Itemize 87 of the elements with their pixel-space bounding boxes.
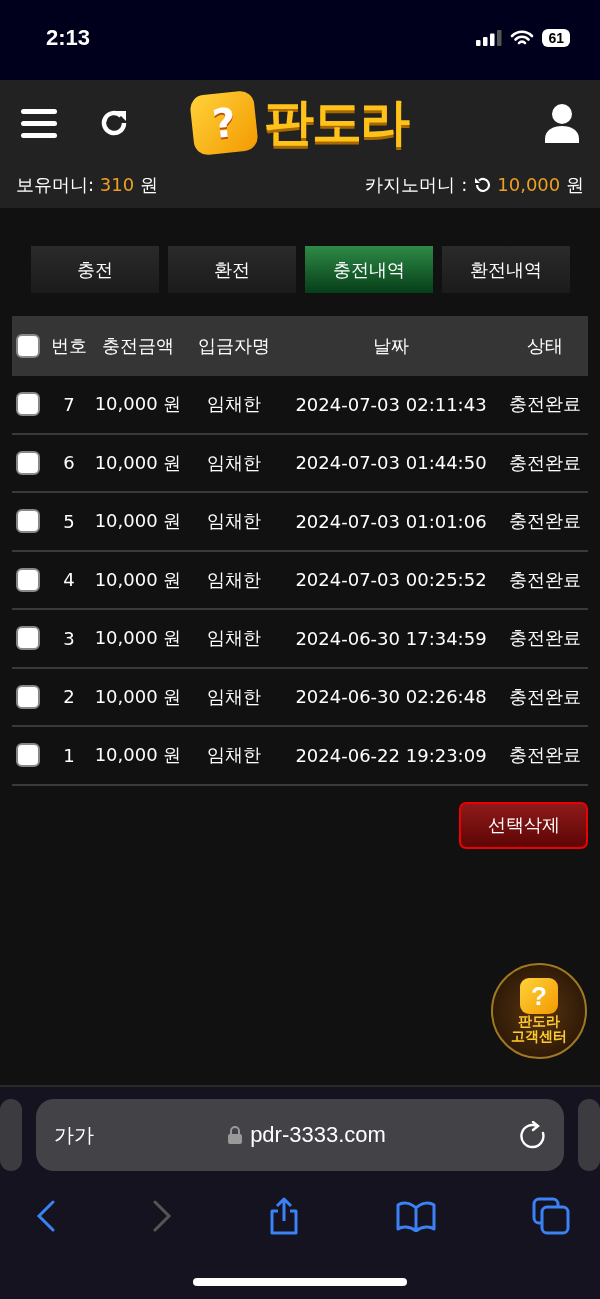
table-cell-text: 충전완료 (508, 450, 582, 475)
reload-icon (520, 1121, 546, 1149)
user-icon (544, 102, 580, 143)
bookmarks-button[interactable] (396, 1200, 436, 1232)
table-cell-text: 10,000 원 (93, 684, 183, 709)
row-checkbox[interactable] (16, 450, 40, 475)
tab[interactable]: 환전 (167, 246, 296, 293)
book-icon (396, 1200, 436, 1232)
share-button[interactable] (268, 1197, 300, 1235)
table-cell-text: 충전완료 (508, 509, 582, 534)
table-cell-text: 2024-07-03 01:01:06 (294, 510, 488, 532)
table-cell-text: 5 (62, 510, 76, 532)
forward-button[interactable] (152, 1200, 172, 1232)
row-checkbox[interactable] (16, 626, 40, 651)
table-cell-text: 임채한 (206, 626, 262, 651)
table-cell-text: 2 (62, 686, 76, 708)
table-cell-text: 2024-06-30 17:34:59 (294, 627, 488, 649)
logo-mark: ? (189, 89, 259, 156)
tab[interactable]: 환전내역 (441, 246, 570, 293)
table-cell-text: 10,000 원 (93, 392, 183, 417)
table-cell-text: 임채한 (206, 450, 262, 475)
table-cell-text: 10,000 원 (93, 626, 183, 651)
holding-money: 보유머니: 310 원 (16, 172, 158, 197)
back-button[interactable] (36, 1200, 56, 1232)
support-subtitle: 고객센터 (511, 1029, 567, 1044)
table-cell-text: 임채한 (206, 567, 262, 592)
column-header: 날짜 (372, 334, 410, 358)
table-cell-text: 충전완료 (508, 743, 582, 768)
row-checkbox[interactable] (16, 743, 40, 768)
casino-money-value: 10,000 원 (497, 172, 584, 197)
table-cell-text: 10,000 원 (93, 743, 183, 768)
table-cell-text: 2024-07-03 00:25:52 (294, 569, 488, 591)
table-cell-text: 충전완료 (508, 567, 582, 592)
table-cell-text: 4 (62, 569, 76, 591)
table-cell-text: 2024-07-03 01:44:50 (294, 452, 488, 474)
text-size-button[interactable]: 가가 (54, 1121, 94, 1149)
table-cell-text: 임채한 (206, 509, 262, 534)
reload-button[interactable] (520, 1121, 546, 1149)
column-header: 상태 (526, 334, 564, 358)
wifi-icon (510, 29, 535, 47)
menu-icon (20, 106, 58, 139)
row-checkbox[interactable] (16, 509, 40, 534)
support-logo-mark: ? (520, 978, 558, 1015)
battery-level: 61 (542, 29, 570, 47)
table-cell-text: 3 (62, 627, 76, 649)
column-header: 충전금액 (101, 334, 175, 358)
share-icon (268, 1197, 300, 1235)
signal-icon (476, 30, 503, 46)
delete-selected-button[interactable]: 선택삭제 (459, 801, 588, 849)
table-cell-text: 6 (62, 452, 76, 474)
table-cell-text: 임채한 (206, 392, 262, 417)
table-cell-text: 10,000 원 (93, 450, 183, 475)
support-title: 판도라 (518, 1014, 560, 1029)
table-cell-text: 1 (62, 744, 76, 766)
url-text: pdr-3333.com (250, 1122, 386, 1148)
status-time: 2:13 (46, 25, 91, 51)
back-icon (36, 1200, 56, 1232)
tabs-icon (532, 1197, 570, 1235)
tab[interactable]: 충전 (30, 246, 159, 293)
table-cell-text: 충전완료 (508, 684, 582, 709)
column-header: 번호 (50, 334, 88, 358)
row-checkbox[interactable] (16, 567, 40, 592)
table-cell-text: 2024-07-03 02:11:43 (294, 393, 488, 415)
table-cell-text: 임채한 (206, 684, 262, 709)
forward-icon (152, 1200, 172, 1232)
table-cell-text: 10,000 원 (93, 567, 183, 592)
row-checkbox[interactable] (16, 392, 40, 417)
table-cell-text: 2024-06-22 19:23:09 (294, 744, 488, 766)
casino-money-label: 카지노머니 : (365, 172, 468, 197)
table-cell-text: 충전완료 (508, 392, 582, 417)
tab[interactable]: 충전내역 (304, 246, 433, 293)
menu-button[interactable] (20, 106, 58, 139)
table-cell-text: 7 (62, 393, 76, 415)
support-center-button[interactable]: ? 판도라 고객센터 (491, 963, 587, 1059)
table-cell-text: 2024-06-30 02:26:48 (294, 686, 488, 708)
tabs-button[interactable] (532, 1197, 570, 1235)
address-bar[interactable]: 가가 pdr-3333.com (36, 1099, 564, 1171)
table-cell-text: 충전완료 (508, 626, 582, 651)
column-header: 입금자명 (197, 334, 271, 358)
logo-text: 판도라 (264, 92, 408, 153)
select-all-checkbox[interactable] (16, 334, 40, 358)
table-cell-text: 임채한 (206, 743, 262, 768)
user-button[interactable] (544, 102, 580, 143)
refresh-icon (473, 175, 492, 194)
lock-icon (228, 1126, 243, 1144)
row-checkbox[interactable] (16, 684, 40, 709)
table-cell-text: 10,000 원 (93, 509, 183, 534)
